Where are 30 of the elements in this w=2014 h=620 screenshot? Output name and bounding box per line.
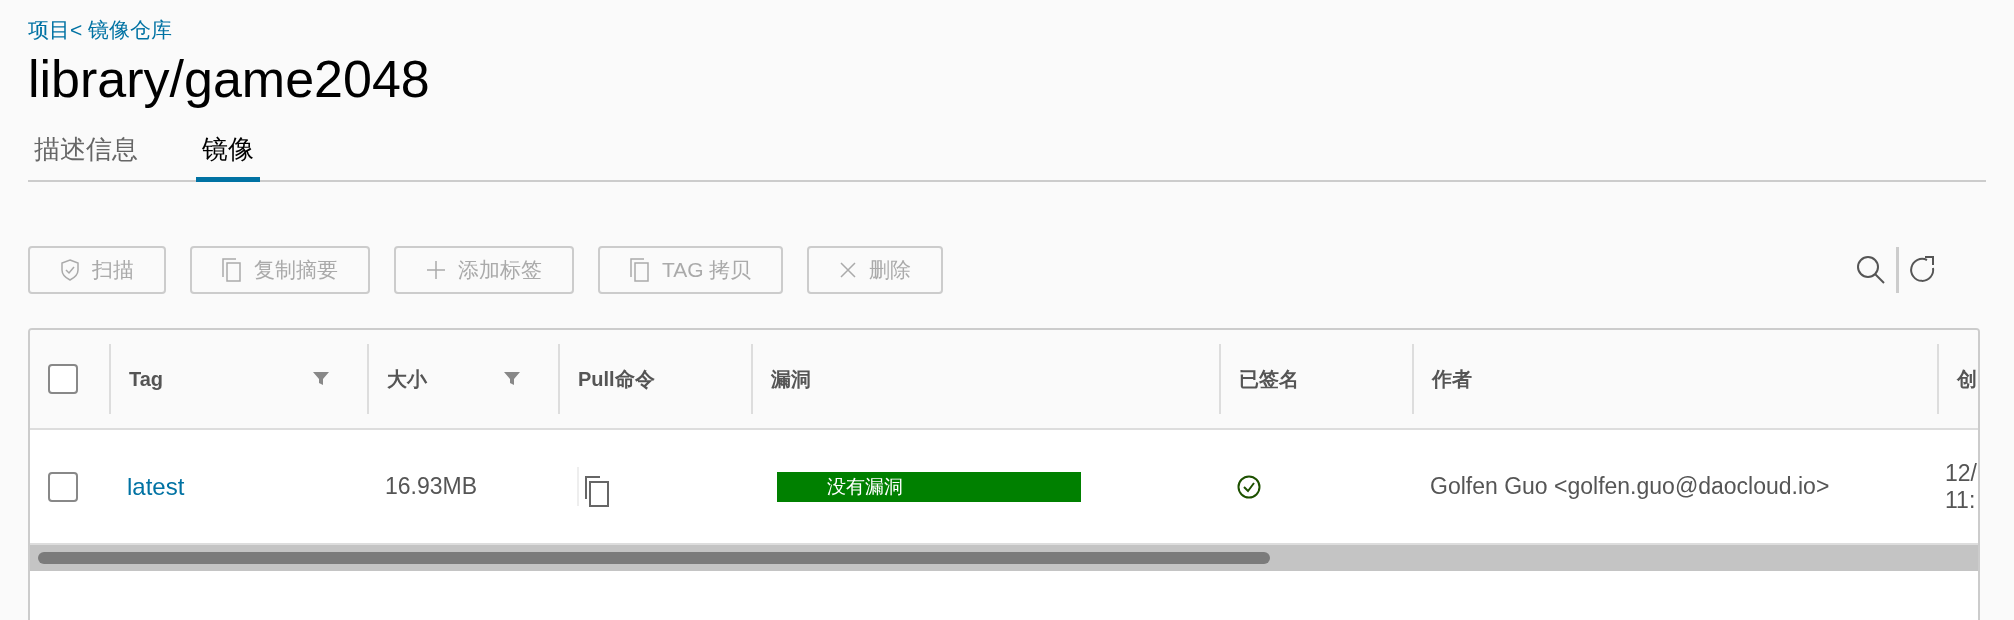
search-icon[interactable] (1856, 255, 1886, 285)
breadcrumb-link[interactable]: 项目< 镜像仓库 (28, 16, 173, 44)
copy-icon (222, 258, 242, 282)
close-icon (839, 261, 858, 279)
vulnerability-bar: 没有漏洞 (777, 471, 1081, 502)
column-header: Tag (129, 367, 164, 391)
table-cell: 11: (1945, 486, 1976, 514)
filter-icon[interactable] (313, 372, 329, 386)
refresh-icon[interactable] (1909, 256, 1937, 284)
page-title: library/game2048 (28, 49, 431, 110)
table-cell: 12/ (1945, 459, 1977, 487)
table-cell: Golfen Guo <golfen.guo@daocloud.io> (1430, 473, 1830, 500)
plus-icon (426, 260, 446, 280)
column-header: 大小 (387, 366, 427, 392)
column-header: 作者 (1432, 366, 1472, 392)
shield-icon (60, 259, 80, 281)
scrollbar[interactable] (30, 543, 1978, 571)
tag-link[interactable]: latest (127, 472, 185, 501)
copy-icon (630, 258, 650, 282)
column-header: Pull命令 (578, 366, 655, 392)
tab[interactable]: 描述信息 (28, 124, 144, 182)
column-header: 已签名 (1239, 366, 1299, 392)
tab[interactable]: 镜像 (196, 124, 260, 182)
table-cell: 16.93MB (385, 473, 478, 500)
column-header: 漏洞 (771, 366, 811, 392)
column-header: 创 (1957, 366, 1977, 392)
select-all-checkbox[interactable] (48, 364, 78, 394)
filter-icon[interactable] (504, 372, 520, 386)
copy-icon[interactable] (576, 465, 610, 508)
row-checkbox[interactable] (48, 471, 78, 502)
